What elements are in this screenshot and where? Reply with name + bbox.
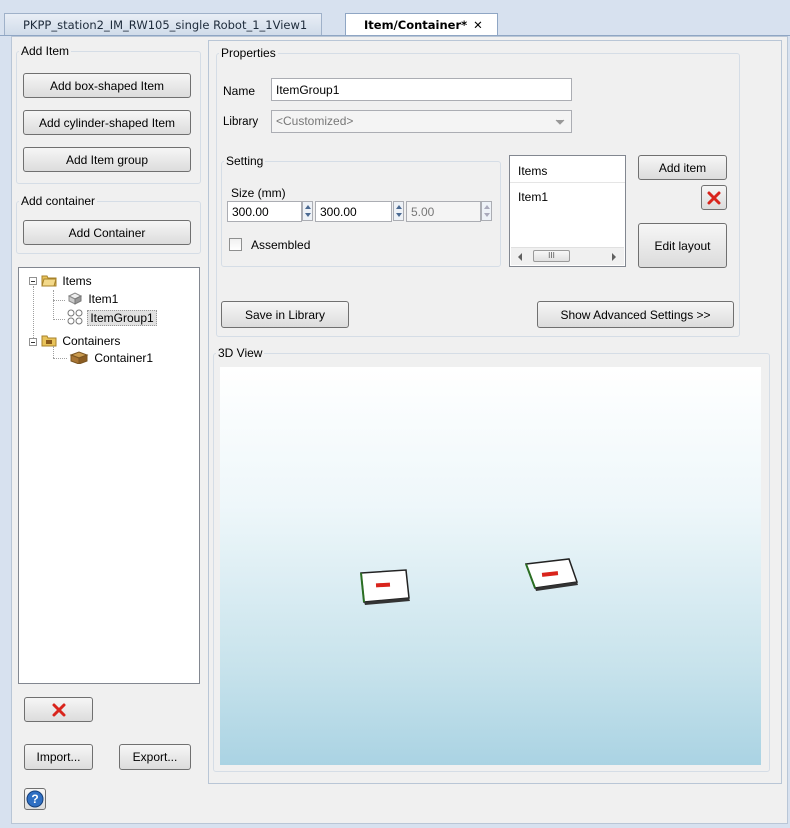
size-x-field[interactable] <box>227 201 302 222</box>
tree-node-items-label: Items <box>62 274 92 288</box>
tree-node-itemgroup1[interactable]: ItemGroup1 <box>67 309 157 326</box>
name-field[interactable] <box>271 78 572 101</box>
chevron-down-icon <box>555 119 565 125</box>
scroll-thumb[interactable]: III <box>533 250 570 262</box>
delete-item-button[interactable] <box>701 185 727 210</box>
collapse-items-icon[interactable] <box>29 277 37 285</box>
items-list-header-label: Items <box>518 164 548 178</box>
add-cylinder-item-button[interactable]: Add cylinder-shaped Item <box>23 110 191 135</box>
items-listbox[interactable]: Items Item1 III <box>509 155 626 267</box>
tree-node-itemgroup1-label: ItemGroup1 <box>87 310 157 326</box>
library-select[interactable]: <Customized> <box>271 110 572 133</box>
item-container-tree[interactable]: Items Item1 ItemGroup1 Containers Contai… <box>18 267 200 684</box>
properties-legend: Properties <box>221 46 276 60</box>
size-label: Size (mm) <box>231 186 286 200</box>
3d-viewport[interactable] <box>220 367 761 765</box>
tree-node-container1[interactable]: Container1 <box>69 350 153 365</box>
scroll-right-icon[interactable] <box>610 253 618 261</box>
size-x-spinner[interactable] <box>302 201 313 221</box>
tree-node-container1-label: Container1 <box>94 351 154 365</box>
help-button[interactable]: ? <box>24 788 46 810</box>
tab-item-container-label: Item/Container* <box>364 18 468 32</box>
container-box-icon <box>69 351 89 365</box>
delete-x-icon <box>52 703 65 716</box>
collapse-containers-icon[interactable] <box>29 338 37 346</box>
close-icon[interactable]: ✕ <box>473 14 483 36</box>
view3d-legend: 3D View <box>218 346 263 360</box>
assembled-checkbox[interactable] <box>229 238 242 251</box>
tab-station-view-label: PKPP_station2_IM_RW105_single Robot_1_1V… <box>23 18 308 32</box>
size-y-field[interactable] <box>315 201 392 222</box>
tree-node-containers-label: Containers <box>62 334 121 348</box>
add-item-group-button[interactable]: Add Item group <box>23 147 191 172</box>
size-y-spinner[interactable] <box>393 201 404 221</box>
library-label: Library <box>223 116 259 128</box>
delete-tree-node-button[interactable] <box>24 697 93 722</box>
add-item-button[interactable]: Add item <box>638 155 727 180</box>
assembled-label: Assembled <box>251 238 311 252</box>
add-container-button[interactable]: Add Container <box>23 220 191 245</box>
item-box-2[interactable] <box>524 558 579 591</box>
add-box-item-button[interactable]: Add box-shaped Item <box>23 73 191 98</box>
items-list-hscrollbar[interactable]: III <box>511 247 624 265</box>
help-icon: ? <box>26 790 44 808</box>
folder-container-icon <box>41 335 57 347</box>
tree-node-items[interactable]: Items <box>41 273 92 288</box>
import-button[interactable]: Import... <box>24 744 93 770</box>
item-group-icon <box>67 309 83 325</box>
size-z-field[interactable] <box>406 201 481 222</box>
delete-x-icon <box>707 191 721 204</box>
tab-station-view[interactable]: PKPP_station2_IM_RW105_single Robot_1_1V… <box>4 13 323 36</box>
library-selected-value: <Customized> <box>276 114 354 128</box>
setting-legend: Setting <box>226 154 264 168</box>
tree-node-item1[interactable]: Item1 <box>67 291 118 306</box>
export-button[interactable]: Export... <box>119 744 191 770</box>
item-box-1[interactable] <box>360 569 410 605</box>
size-z-spinner[interactable] <box>481 201 492 221</box>
scroll-left-icon[interactable] <box>516 253 524 261</box>
3d-scene <box>360 558 579 605</box>
svg-text:?: ? <box>31 792 38 806</box>
add-container-legend: Add container <box>21 194 96 208</box>
name-label: Name <box>223 84 256 98</box>
tree-node-item1-label: Item1 <box>88 292 119 306</box>
show-advanced-settings-button[interactable]: Show Advanced Settings >> <box>537 301 734 328</box>
edit-layout-button[interactable]: Edit layout <box>638 223 727 268</box>
folder-open-icon <box>41 275 57 287</box>
add-item-legend: Add Item <box>21 44 70 58</box>
items-list-header[interactable]: Items <box>510 156 625 183</box>
save-in-library-button[interactable]: Save in Library <box>221 301 349 328</box>
list-item[interactable]: Item1 <box>518 190 548 204</box>
box-item-icon <box>67 292 83 305</box>
